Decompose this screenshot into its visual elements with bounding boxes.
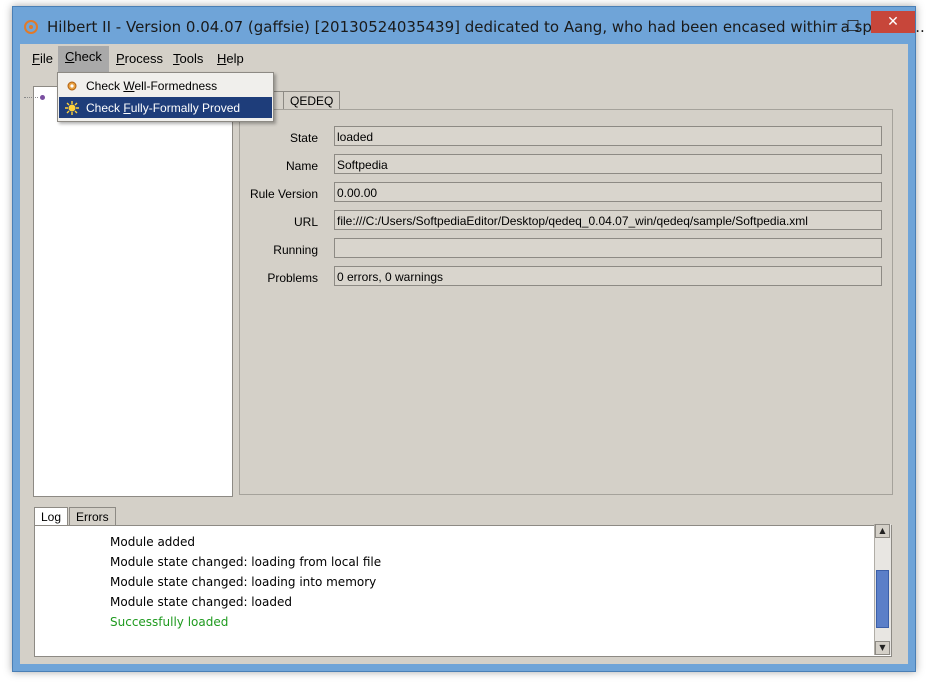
menu-item-check-fully-formally-proved[interactable]: Check Fully-Formally Proved — [59, 97, 272, 118]
module-tree[interactable] — [24, 86, 233, 497]
check-fully-formally-proved-label: Check Fully-Formally Proved — [86, 100, 241, 115]
check-well-formedness-label: Check Well-Formedness — [86, 78, 218, 93]
menu-help[interactable]: Help — [215, 49, 246, 68]
rule-version-label: Rule Version — [249, 187, 318, 201]
url-field[interactable]: file:///C:/Users/SoftpediaEditor/Desktop… — [334, 210, 882, 230]
log-line: Module state changed: loading from local… — [110, 555, 382, 569]
state-label: State — [289, 131, 318, 145]
state-field[interactable]: loaded — [334, 126, 882, 146]
maximize-button[interactable]: □ — [839, 15, 867, 35]
scroll-up-icon[interactable]: ▲ — [875, 524, 890, 538]
menu-file[interactable]: File — [30, 49, 55, 68]
log-line-success: Successfully loaded — [110, 615, 229, 629]
log-scrollbar[interactable]: ▲ ▼ — [874, 524, 891, 655]
log-line: Module state changed: loaded — [110, 595, 292, 609]
menu-process-rest: rocess — [124, 51, 163, 66]
log-line: Module added — [110, 535, 196, 549]
scroll-thumb[interactable] — [876, 570, 889, 628]
menu-bar: File Check Process Tools Help — [20, 44, 908, 72]
log-line: Module state changed: loading into memor… — [110, 575, 377, 589]
menu-tools-rest: ools — [179, 51, 204, 66]
tree-node-icon[interactable] — [40, 95, 45, 100]
problems-field[interactable]: 0 errors, 0 warnings — [334, 266, 882, 286]
scroll-down-icon[interactable]: ▼ — [875, 641, 890, 655]
client-area: File Check Process Tools Help e QEDEQ St… — [20, 44, 908, 664]
menu-process-mnemonic: P — [116, 51, 125, 66]
name-field[interactable]: Softpedia — [334, 154, 882, 174]
menu-check-mnemonic: C — [65, 49, 75, 64]
running-label: Running — [273, 243, 318, 257]
menu-file-mnemonic: F — [32, 51, 40, 66]
window-title: Hilbert II - Version 0.04.07 (gaffsie) [… — [47, 18, 925, 36]
menu-help-rest: elp — [226, 51, 244, 66]
url-label: URL — [293, 215, 318, 229]
name-label: Name — [285, 159, 318, 173]
sun-icon — [64, 100, 80, 116]
tree-connector — [24, 97, 38, 98]
check-menu-dropdown: Check Well-Formedness Check Fully-Formal… — [57, 72, 274, 122]
menu-help-mnemonic: H — [217, 51, 227, 66]
app-icon — [24, 20, 38, 34]
menu-check-rest: heck — [74, 49, 102, 64]
menu-tools[interactable]: Tools — [171, 49, 205, 68]
menu-check[interactable]: Check — [58, 46, 109, 72]
title-bar[interactable]: Hilbert II - Version 0.04.07 (gaffsie) [… — [13, 7, 925, 47]
menu-file-rest: ile — [39, 51, 53, 66]
problems-label: Problems — [267, 271, 318, 285]
running-field[interactable] — [334, 238, 882, 258]
log-panel[interactable]: Module added Module state changed: loadi… — [34, 525, 892, 657]
close-button[interactable]: ✕ — [871, 11, 915, 33]
rule-version-field[interactable]: 0.00.00 — [334, 182, 882, 202]
menu-item-check-well-formedness[interactable]: Check Well-Formedness — [59, 75, 272, 96]
gear-icon — [64, 78, 80, 94]
menu-process[interactable]: Process — [114, 49, 165, 68]
